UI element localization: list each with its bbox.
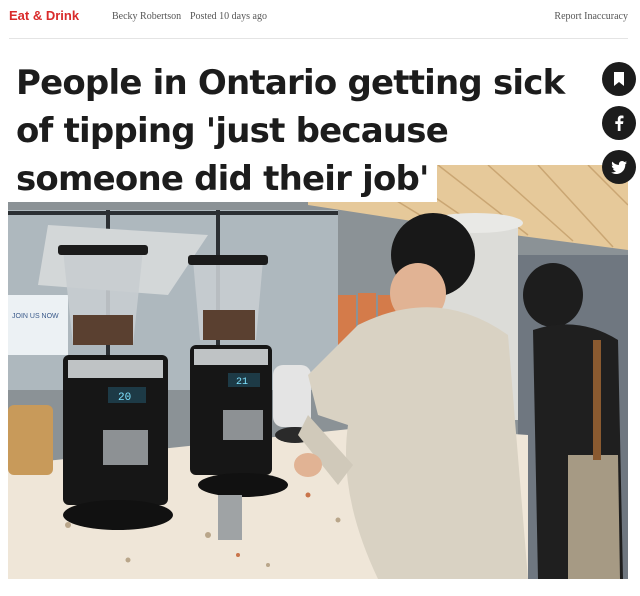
headline-line-2: of tipping 'just because — [8, 106, 456, 154]
posted-date: Posted 10 days ago — [190, 11, 267, 22]
facebook-share-button[interactable] — [602, 106, 636, 140]
report-inaccuracy-link[interactable]: Report Inaccuracy — [554, 11, 628, 22]
header-divider — [9, 38, 628, 39]
grinder-right-display: 21 — [236, 377, 248, 388]
facebook-icon — [615, 115, 624, 131]
article-headline: People in Ontario getting sick of tippin… — [8, 58, 573, 202]
twitter-share-button[interactable] — [602, 150, 636, 184]
bookmark-button[interactable] — [602, 62, 636, 96]
category-link[interactable]: Eat & Drink — [9, 8, 79, 23]
author-link[interactable]: Becky Robertson — [112, 11, 181, 22]
headline-line-3: someone did their job' — [8, 154, 437, 202]
twitter-icon — [611, 160, 627, 174]
bookmark-icon — [614, 72, 624, 86]
grinder-left-display: 20 — [118, 392, 131, 404]
article-photo: JOIN US NOW 20 21 — [8, 165, 628, 579]
window-sign: JOIN US NOW — [12, 313, 59, 320]
top-bar: Eat & Drink Becky Robertson Posted 10 da… — [0, 0, 640, 40]
headline-line-1: People in Ontario getting sick — [8, 58, 573, 106]
